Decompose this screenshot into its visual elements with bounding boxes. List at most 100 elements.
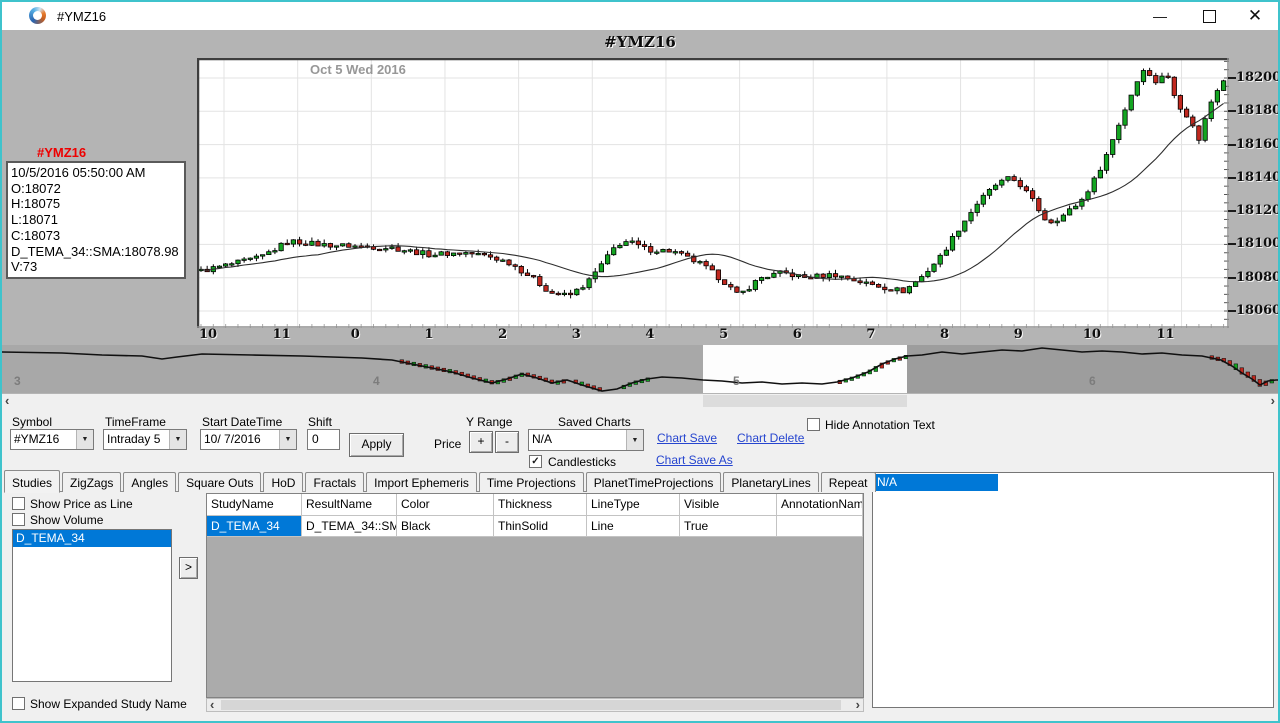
study-list-item[interactable]: D_TEMA_34 [13,530,171,547]
tab-angles[interactable]: Angles [123,472,176,492]
table-row[interactable]: D_TEMA_34D_TEMA_34::SMABlackThinSolidLin… [207,516,863,537]
navigator-scroll-thumb[interactable] [703,395,907,407]
table-cell[interactable]: ThinSolid [494,516,587,536]
hide-annotation-checkbox[interactable] [807,418,820,431]
table-cell[interactable]: Black [397,516,494,536]
show-volume-checkbox[interactable] [12,513,25,526]
symbol-combobox[interactable]: #YMZ16 ▼ [10,429,94,450]
chart-save-as-link[interactable]: Chart Save As [656,453,733,467]
navigator-day-label: 3 [14,374,21,388]
table-header-cell[interactable]: Color [397,494,494,515]
studies-table: StudyNameResultNameColorThicknessLineTyp… [206,493,864,698]
y-axis-tick-label: 18180 [1236,103,1280,118]
startdatetime-value: 10/ 7/2016 [201,430,279,449]
quote-info-line: D_TEMA_34::SMA:18078.98 [11,244,181,260]
y-axis-tick-label: 18140 [1236,170,1280,185]
navigator-scroll-left-icon[interactable]: ‹ [5,393,9,408]
savedcharts-label: Saved Charts [558,415,631,429]
table-cell[interactable]: D_TEMA_34 [207,516,302,536]
y-axis-tick-mark [1228,77,1236,79]
startdatetime-dropdown-icon[interactable]: ▼ [279,430,296,449]
timeframe-dropdown-icon[interactable]: ▼ [169,430,186,449]
navigator-scrollbar[interactable]: ‹ › [2,394,1278,408]
navigator-day-label: 6 [1089,374,1096,388]
show-expanded-study-name-label: Show Expanded Study Name [30,697,187,711]
chart-title: #YMZ16 [2,33,1278,51]
tab-zigzags[interactable]: ZigZags [62,472,121,492]
timeframe-combobox[interactable]: Intraday 5 ▼ [103,429,187,450]
x-axis-tick-label: 10 [1072,327,1112,342]
table-cell[interactable]: True [680,516,777,536]
show-expanded-study-name-checkbox[interactable] [12,697,25,710]
quote-info-line: 10/5/2016 05:50:00 AM [11,165,181,181]
studies-listbox[interactable]: D_TEMA_34 [12,529,172,682]
y-axis-tick-mark [1228,177,1236,179]
timeframe-label: TimeFrame [105,415,166,429]
close-button[interactable]: ✕ [1232,2,1278,30]
candlesticks-label: Candlesticks [548,455,616,469]
chart-navigator[interactable]: 3456 [2,345,1278,393]
y-axis-tick-label: 18200 [1236,70,1280,85]
annotations-listbox[interactable]: N/A [872,472,1274,708]
yrange-minus-button[interactable]: - [495,431,519,453]
x-axis-tick-label: 4 [630,327,670,342]
quote-info-line: H:18075 [11,196,181,212]
quote-info-line: L:18071 [11,212,181,228]
table-header-cell[interactable]: LineType [587,494,680,515]
apply-button[interactable]: Apply [349,433,404,457]
x-axis-tick-label: 3 [556,327,596,342]
table-header-cell[interactable]: AnnotationName [777,494,863,515]
table-header-cell[interactable]: Visible [680,494,777,515]
x-axis-tick-label: 5 [704,327,744,342]
show-price-as-line-label: Show Price as Line [30,497,133,511]
minimize-button[interactable]: — [1137,2,1183,30]
table-header-cell[interactable]: ResultName [302,494,397,515]
x-axis-tick-label: 0 [335,327,375,342]
table-scroll-left-icon[interactable]: ‹ [210,697,214,712]
grid-layer [197,58,1229,328]
y-axis-tick-mark [1228,310,1236,312]
table-header-cell[interactable]: StudyName [207,494,302,515]
tab-planetarylines[interactable]: PlanetaryLines [723,472,818,492]
timeframe-value: Intraday 5 [104,430,169,449]
x-axis-tick-label: 6 [777,327,817,342]
shift-label: Shift [308,415,332,429]
savedcharts-value: N/A [529,430,626,450]
tab-square-outs[interactable]: Square Outs [178,472,261,492]
maximize-button[interactable] [1186,2,1232,30]
yrange-label: Y Range [466,415,512,429]
x-axis-tick-label: 1 [409,327,449,342]
tab-import-ephemeris[interactable]: Import Ephemeris [366,472,477,492]
savedcharts-dropdown-icon[interactable]: ▼ [626,430,643,450]
table-scroll-right-icon[interactable]: › [856,697,860,712]
show-price-as-line-checkbox[interactable] [12,497,25,510]
table-cell[interactable]: D_TEMA_34::SMA [302,516,397,536]
candlesticks-checkbox[interactable]: ✓ [529,455,542,468]
x-axis-tick-label: 10 [188,327,228,342]
yrange-plus-button[interactable]: + [469,431,493,453]
price-chart-plot[interactable]: Oct 5 Wed 2016 [197,58,1229,328]
tab-repeat[interactable]: Repeat [821,472,876,492]
table-header-cell[interactable]: Thickness [494,494,587,515]
tab-studies[interactable]: Studies [4,470,60,493]
annotation-list-item[interactable]: N/A [874,474,998,491]
startdatetime-picker[interactable]: 10/ 7/2016 ▼ [200,429,297,450]
navigator-scroll-right-icon[interactable]: › [1271,393,1275,408]
tab-strip: StudiesZigZagsAnglesSquare OutsHoDFracta… [4,470,770,492]
table-hscrollbar[interactable]: ‹ › [206,698,864,712]
y-axis-tick-label: 18160 [1236,137,1280,152]
shift-input[interactable]: 0 [307,429,340,450]
table-cell[interactable]: Line [587,516,680,536]
tab-planettimeprojections[interactable]: PlanetTimeProjections [586,472,722,492]
chart-delete-link[interactable]: Chart Delete [737,431,804,445]
savedcharts-combobox[interactable]: N/A ▼ [528,429,644,451]
table-scroll-thumb[interactable] [221,700,841,710]
show-volume-label: Show Volume [30,513,103,527]
tab-hod[interactable]: HoD [263,472,303,492]
add-study-button[interactable]: > [179,557,198,579]
table-cell[interactable] [777,516,863,536]
symbol-dropdown-icon[interactable]: ▼ [76,430,93,449]
tab-fractals[interactable]: Fractals [305,472,364,492]
chart-save-link[interactable]: Chart Save [657,431,717,445]
tab-time-projections[interactable]: Time Projections [479,472,584,492]
